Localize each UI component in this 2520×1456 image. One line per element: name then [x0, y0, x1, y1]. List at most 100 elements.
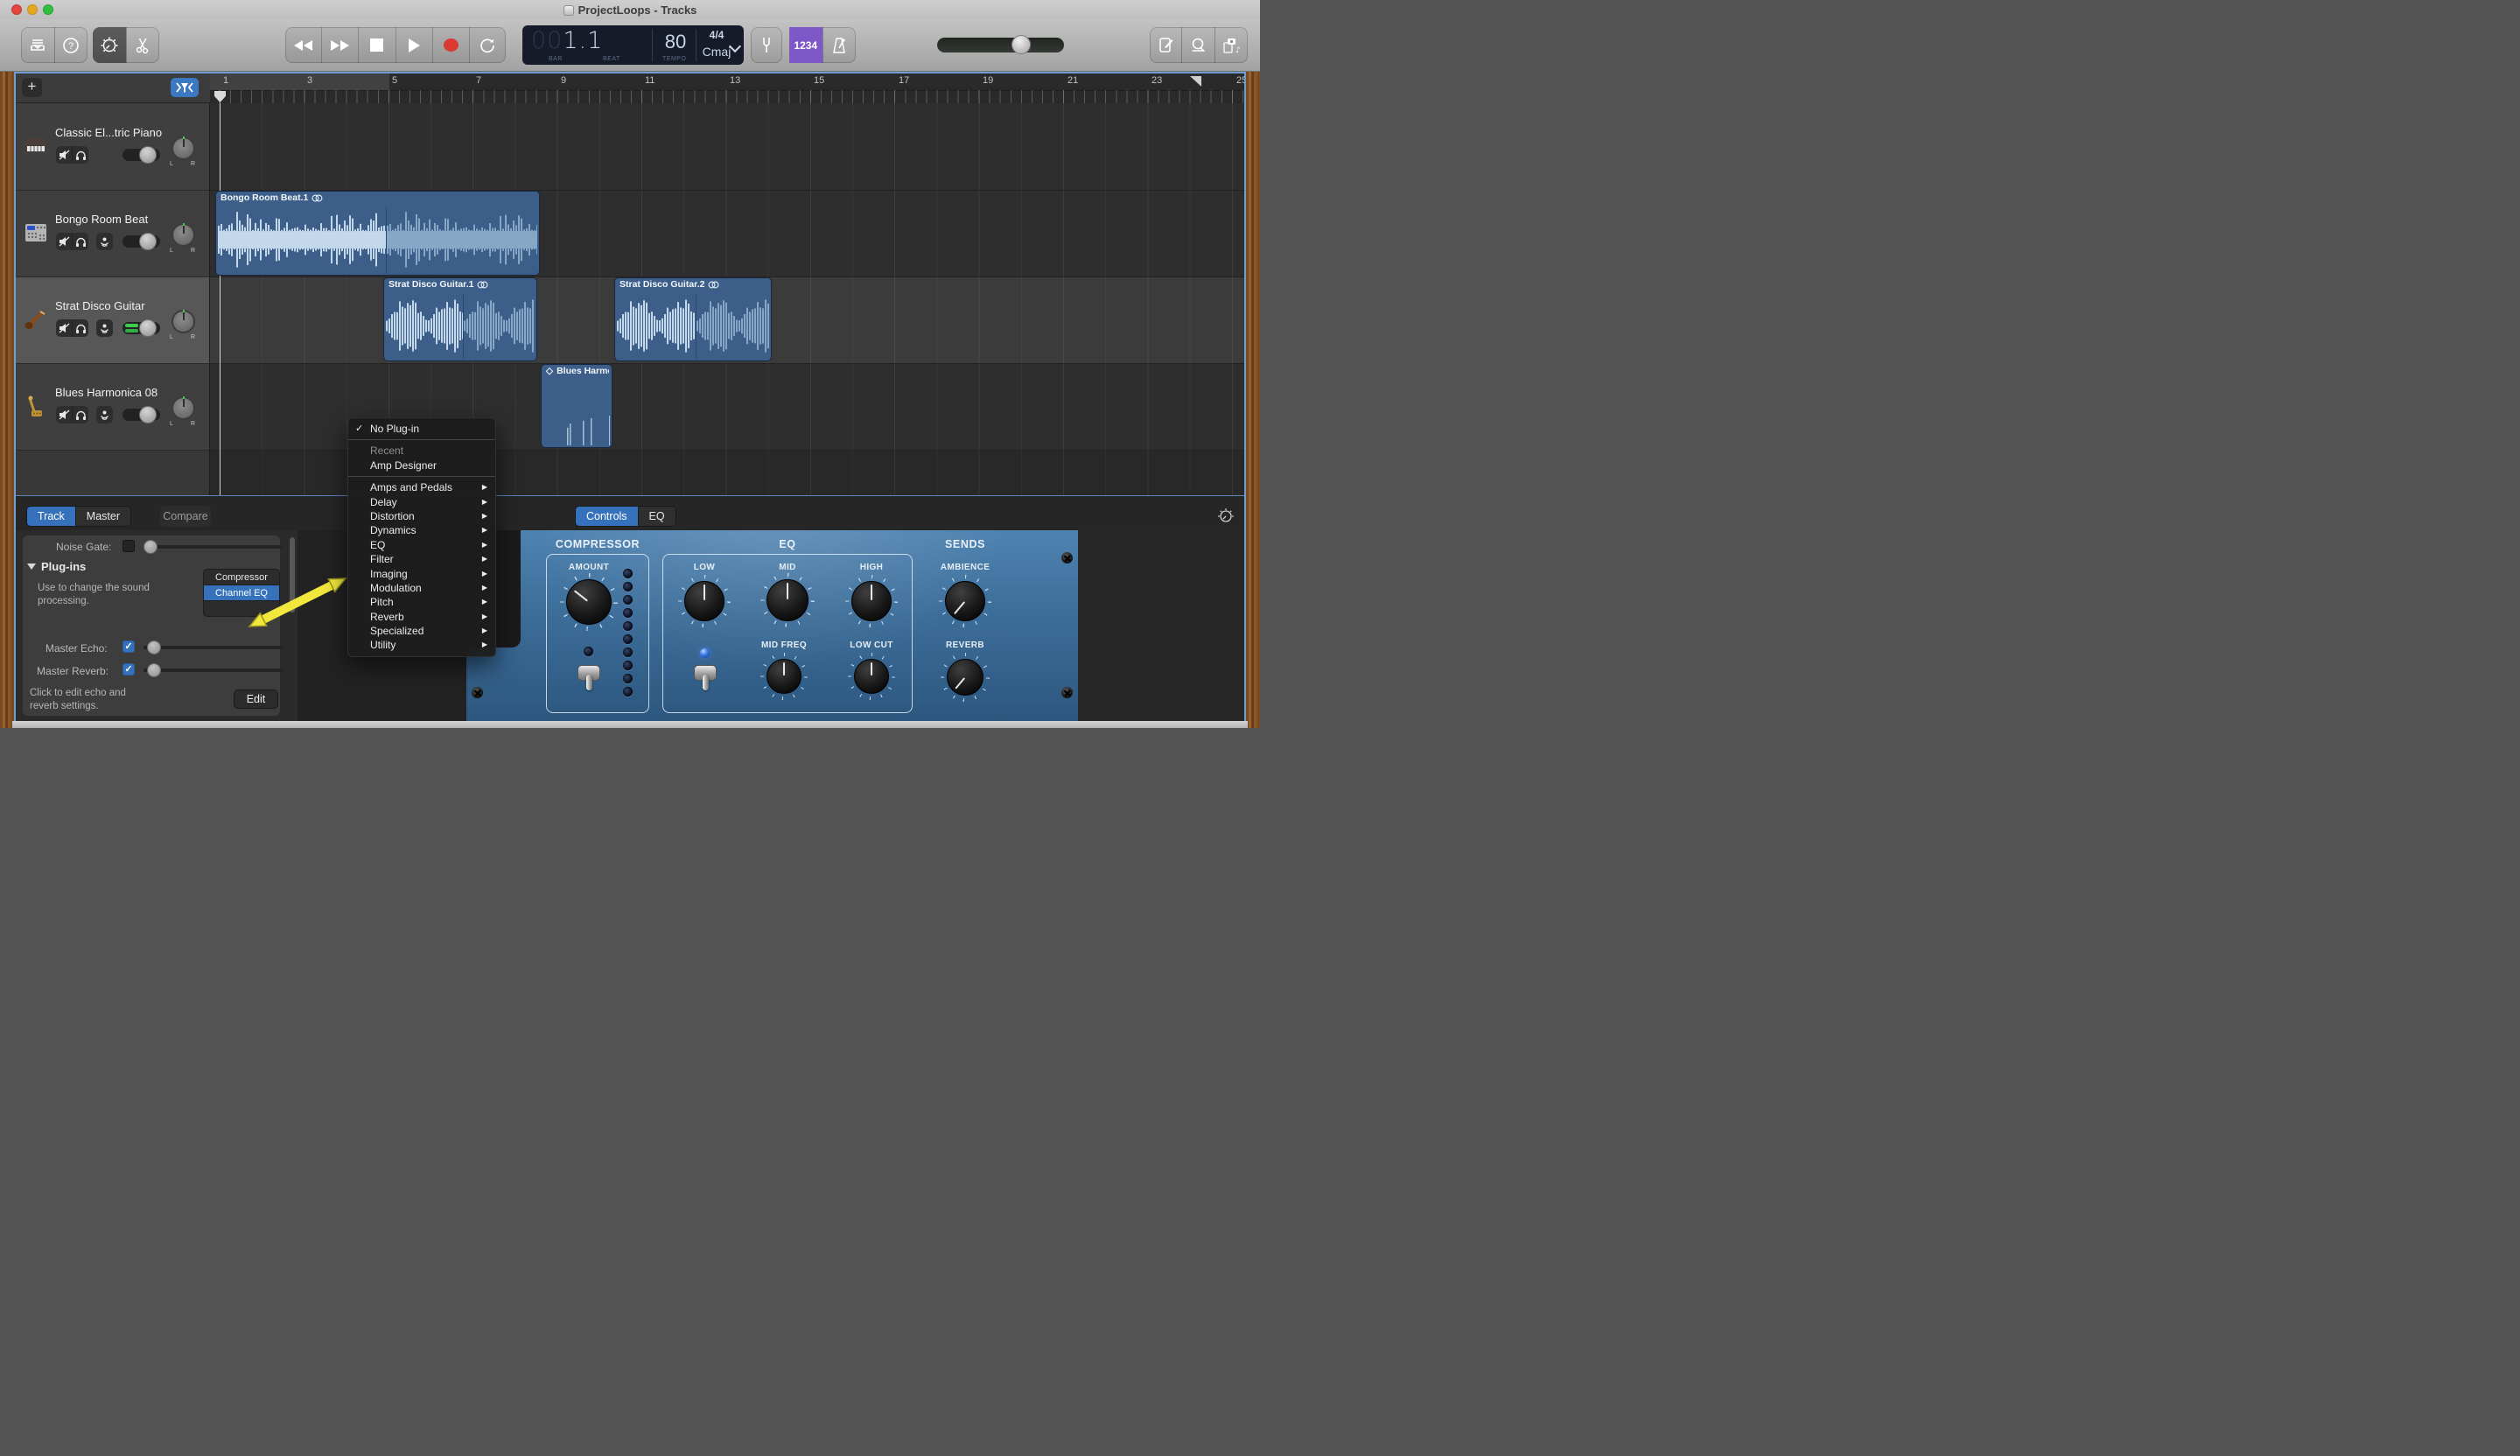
mute-button[interactable] [56, 319, 72, 337]
eq-power-switch[interactable] [692, 663, 718, 693]
master-echo-checkbox[interactable]: ✓ [122, 640, 135, 653]
pan-knob[interactable] [172, 396, 195, 420]
input-monitoring-button[interactable] [96, 406, 113, 424]
track-volume-slider[interactable] [122, 409, 160, 421]
metronome-button[interactable] [822, 27, 857, 63]
lcd-display[interactable]: 001.1 BAR BEAT 80 TEMPO 4/4 Cmaj [522, 25, 744, 65]
tuner-button[interactable] [751, 27, 782, 63]
mute-button[interactable] [56, 406, 72, 424]
region-strat-disco-guitar-1[interactable]: Strat Disco Guitar.1 [383, 277, 537, 361]
track-volume-slider[interactable] [122, 235, 160, 248]
solo-button[interactable] [72, 319, 88, 337]
track-volume-slider[interactable] [122, 149, 160, 161]
track-volume-thumb[interactable] [139, 146, 157, 164]
rewind-button[interactable] [285, 27, 321, 63]
play-button[interactable] [396, 27, 432, 63]
region-strat-disco-guitar-2[interactable]: Strat Disco Guitar.2 [614, 277, 772, 361]
menu-item-distortion[interactable]: Distortion▶ [348, 509, 495, 523]
master-volume-slider[interactable] [937, 38, 1064, 52]
plugins-section[interactable]: Plug-ins [27, 560, 86, 573]
media-browser-button[interactable]: ♪ [1214, 27, 1248, 63]
time-signature[interactable]: 4/4 [697, 29, 736, 41]
pan-knob[interactable] [172, 136, 195, 160]
menu-item-eq[interactable]: EQ▶ [348, 538, 495, 552]
eq-low-knob[interactable] [684, 581, 724, 621]
plugin-slot-empty[interactable] [204, 601, 279, 616]
menu-item-amps-and-pedals[interactable]: Amps and Pedals▶ [348, 480, 495, 494]
input-monitoring-button[interactable] [96, 319, 113, 337]
track-volume-slider[interactable] [122, 322, 160, 334]
track-volume-thumb[interactable] [139, 319, 157, 337]
tab-track[interactable]: Track [27, 507, 75, 526]
solo-button[interactable] [72, 146, 88, 164]
record-button[interactable] [432, 27, 469, 63]
menu-item-dynamics[interactable]: Dynamics▶ [348, 523, 495, 537]
track-volume-thumb[interactable] [139, 406, 157, 424]
eq-high-knob[interactable] [851, 581, 892, 621]
loop-browser-button[interactable] [1181, 27, 1214, 63]
stop-button[interactable] [358, 27, 395, 63]
eq-mid-freq-knob[interactable] [766, 659, 802, 694]
menu-item-amp-designer[interactable]: Amp Designer [348, 458, 495, 472]
input-monitoring-button[interactable] [96, 233, 113, 250]
menu-item-reverb[interactable]: Reverb▶ [348, 610, 495, 624]
track-zoom-fit-button[interactable] [171, 78, 199, 97]
pan-knob[interactable] [172, 310, 195, 333]
mute-button[interactable] [56, 233, 72, 250]
track-name[interactable]: Bongo Room Beat [55, 213, 148, 226]
cycle-button[interactable] [469, 27, 506, 63]
menu-item-specialized[interactable]: Specialized▶ [348, 624, 495, 638]
plugin-slot-compressor[interactable]: Compressor [204, 570, 279, 584]
editors-button[interactable] [126, 27, 160, 63]
master-reverb-thumb[interactable] [147, 663, 161, 677]
eq-mid-knob[interactable] [766, 579, 808, 621]
noise-gate-slider[interactable] [144, 545, 284, 549]
eq-low-cut-knob[interactable] [854, 659, 889, 694]
note-pad-button[interactable] [1150, 27, 1181, 63]
noise-gate-thumb[interactable] [144, 540, 158, 554]
track-name[interactable]: Strat Disco Guitar [55, 299, 145, 312]
plugin-slot-channel-eq[interactable]: Channel EQ [204, 585, 279, 600]
tab-master[interactable]: Master [75, 507, 130, 526]
smart-controls-button[interactable] [93, 27, 126, 63]
track-volume-thumb[interactable] [139, 233, 157, 250]
bar-ruler[interactable]: 1 3 5 7 9 11 13 15 17 19 21 23 25 [210, 74, 1244, 103]
menu-item-filter[interactable]: Filter▶ [348, 552, 495, 566]
library-button[interactable] [21, 27, 54, 63]
track-header-bongo-room-beat[interactable]: Bongo Room Beat L R [16, 190, 210, 276]
menu-item-utility[interactable]: Utility▶ [348, 638, 495, 652]
master-echo-thumb[interactable] [147, 640, 161, 654]
edit-button[interactable]: Edit [234, 690, 278, 709]
mute-button[interactable] [56, 146, 72, 164]
tempo-value[interactable]: 80 [656, 31, 695, 53]
track-header-blues-harmonica[interactable]: Blues Harmonica 08 L R [16, 363, 210, 450]
menu-item-pitch[interactable]: Pitch▶ [348, 595, 495, 609]
region-bongo-room-beat-1[interactable]: Bongo Room Beat.1 [215, 191, 540, 276]
master-reverb-checkbox[interactable]: ✓ [122, 663, 135, 676]
track-header-strat-disco-guitar[interactable]: Strat Disco Guitar L R [16, 276, 210, 363]
smart-controls-mini-icon[interactable] [1216, 507, 1236, 526]
track-header-classic-electric-piano[interactable]: Classic El...tric Piano L R [16, 103, 210, 190]
compare-button[interactable]: Compare [160, 506, 211, 527]
menu-item-delay[interactable]: Delay▶ [348, 495, 495, 509]
tab-controls[interactable]: Controls [576, 507, 638, 526]
compressor-amount-knob[interactable] [566, 579, 612, 625]
tab-eq[interactable]: EQ [638, 507, 676, 526]
track-name[interactable]: Blues Harmonica 08 [55, 386, 158, 399]
quick-help-button[interactable]: ? [54, 27, 88, 63]
master-echo-slider[interactable] [144, 646, 284, 649]
disclosure-triangle-icon[interactable] [27, 564, 36, 570]
compressor-power-switch[interactable] [576, 663, 602, 693]
menu-item-modulation[interactable]: Modulation▶ [348, 581, 495, 595]
count-in-button[interactable]: 1234 [789, 27, 822, 63]
add-track-button[interactable]: + [22, 78, 42, 97]
solo-button[interactable] [72, 406, 88, 424]
master-volume-thumb[interactable] [1012, 35, 1031, 54]
menu-item-no-plugin[interactable]: ✓No Plug-in [348, 422, 495, 436]
forward-button[interactable] [321, 27, 358, 63]
solo-button[interactable] [72, 233, 88, 250]
master-reverb-slider[interactable] [144, 668, 284, 672]
pan-knob[interactable] [172, 223, 195, 247]
sends-ambience-knob[interactable] [945, 581, 985, 621]
region-blues-harmonica[interactable]: ◇Blues Harmo [541, 364, 612, 448]
